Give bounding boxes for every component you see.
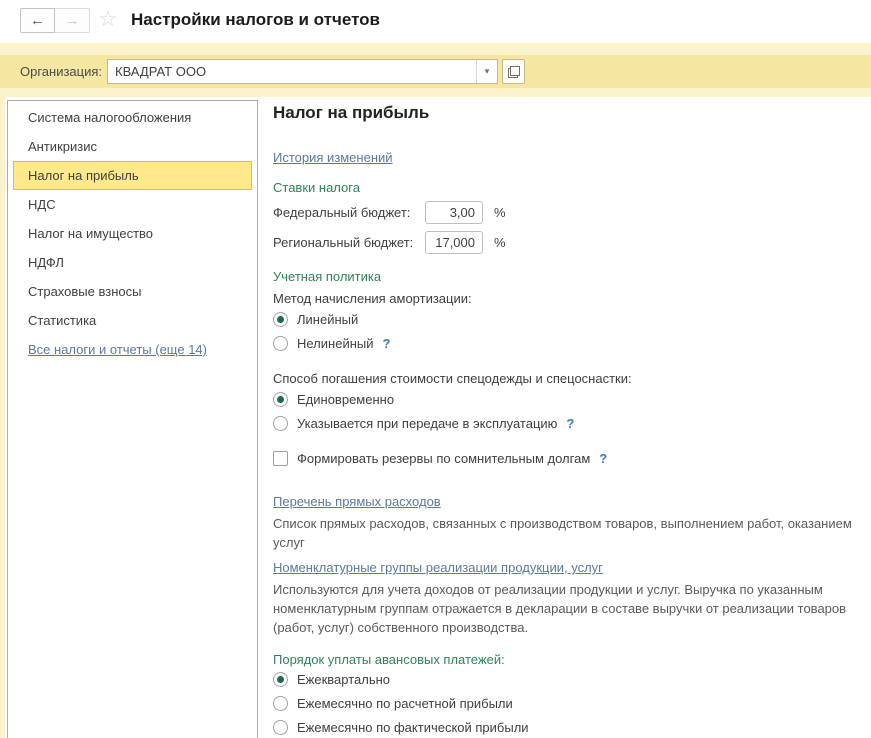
radio-icon <box>273 696 288 711</box>
regional-rate-label: Региональный бюджет: <box>273 235 425 250</box>
open-form-icon <box>508 66 520 78</box>
radio-label: Ежемесячно по фактической прибыли <box>297 720 529 735</box>
radio-amortization-linear[interactable]: Линейный <box>273 307 859 331</box>
sidebar-item-ndfl[interactable]: НДФЛ <box>13 248 252 277</box>
nav-buttons: ← → <box>20 8 90 33</box>
workwear-method-label: Способ погашения стоимости спецодежды и … <box>273 370 859 387</box>
tax-sections-sidebar: Система налогообложения Антикризис Налог… <box>7 100 258 738</box>
radio-label: Единовременно <box>297 392 394 407</box>
radio-label: Нелинейный <box>297 336 374 351</box>
radio-icon <box>273 720 288 735</box>
forward-button[interactable]: → <box>55 8 90 33</box>
advance-payments-header: Порядок уплаты авансовых платежей: <box>273 652 859 667</box>
checkbox-icon <box>273 451 288 466</box>
organization-combo: ▾ <box>107 59 498 84</box>
organization-label: Организация: <box>20 64 102 79</box>
help-icon[interactable]: ? <box>599 451 607 466</box>
direct-expenses-block: Перечень прямых расходов Список прямых р… <box>273 494 859 552</box>
window-header: ← → ☆ Настройки налогов и отчетов <box>0 0 871 43</box>
federal-rate-input[interactable] <box>425 201 483 224</box>
window-frame-strip <box>0 97 5 738</box>
radio-label: Указывается при передаче в эксплуатацию <box>297 416 557 431</box>
chevron-down-icon: ▾ <box>485 66 490 77</box>
sidebar-link-all-taxes[interactable]: Все налоги и отчеты (еще 14) <box>13 335 252 364</box>
direct-expenses-link[interactable]: Перечень прямых расходов <box>273 494 441 509</box>
sidebar-item-label: Система налогообложения <box>28 110 191 125</box>
federal-rate-row: Федеральный бюджет: % <box>273 200 859 225</box>
checkbox-doubtful-debts[interactable]: Формировать резервы по сомнительным долг… <box>273 446 859 470</box>
policy-header: Учетная политика <box>273 269 859 284</box>
percent-sign: % <box>494 205 506 220</box>
sidebar-item-label: Статистика <box>28 313 96 328</box>
sidebar-item-statistics[interactable]: Статистика <box>13 306 252 335</box>
federal-rate-label: Федеральный бюджет: <box>273 205 425 220</box>
radio-icon <box>273 672 288 687</box>
sidebar-item-vat[interactable]: НДС <box>13 190 252 219</box>
sidebar-item-label: Налог на имущество <box>28 226 153 241</box>
direct-expenses-description: Список прямых расходов, связанных с прои… <box>273 514 853 552</box>
organization-open-button[interactable] <box>502 59 525 84</box>
sidebar-item-property-tax[interactable]: Налог на имущество <box>13 219 252 248</box>
percent-sign: % <box>494 235 506 250</box>
radio-icon <box>273 336 288 351</box>
organization-input[interactable] <box>108 60 476 83</box>
sidebar-item-label: Антикризис <box>28 139 97 154</box>
favorite-star-icon[interactable]: ☆ <box>98 6 118 32</box>
radio-advance-quarterly[interactable]: Ежеквартально <box>273 667 859 691</box>
sidebar-item-label: НДФЛ <box>28 255 64 270</box>
radio-icon <box>273 312 288 327</box>
help-icon[interactable]: ? <box>383 336 391 351</box>
help-icon[interactable]: ? <box>566 416 574 431</box>
organization-bar: Организация: ▾ <box>0 55 871 88</box>
sidebar-item-label: Страховые взносы <box>28 284 141 299</box>
regional-rate-input[interactable] <box>425 231 483 254</box>
radio-amortization-nonlinear[interactable]: Нелинейный ? <box>273 331 859 355</box>
radio-icon <box>273 416 288 431</box>
radio-label: Линейный <box>297 312 358 327</box>
sidebar-link-label: Все налоги и отчеты (еще 14) <box>28 342 207 357</box>
back-arrow-icon: ← <box>30 12 45 29</box>
rates-header: Ставки налога <box>273 180 859 195</box>
radio-advance-monthly-estimated[interactable]: Ежемесячно по расчетной прибыли <box>273 691 859 715</box>
form-yellow-band: Организация: ▾ <box>0 43 871 97</box>
sidebar-item-income-tax[interactable]: Налог на прибыль <box>13 161 252 190</box>
income-tax-panel: Налог на прибыль История изменений Ставк… <box>273 100 859 738</box>
sidebar-item-insurance[interactable]: Страховые взносы <box>13 277 252 306</box>
radio-workwear-once[interactable]: Единовременно <box>273 387 859 411</box>
radio-advance-monthly-actual[interactable]: Ежемесячно по фактической прибыли <box>273 715 859 738</box>
radio-label: Ежеквартально <box>297 672 390 687</box>
sidebar-item-label: НДС <box>28 197 56 212</box>
sidebar-item-taxation-system[interactable]: Система налогообложения <box>13 103 252 132</box>
page-title: Настройки налогов и отчетов <box>131 10 380 30</box>
nomenclature-groups-link[interactable]: Номенклатурные группы реализации продукц… <box>273 560 603 575</box>
radio-label: Ежемесячно по расчетной прибыли <box>297 696 513 711</box>
back-button[interactable]: ← <box>20 8 55 33</box>
section-title: Налог на прибыль <box>273 103 859 123</box>
radio-workwear-on-transfer[interactable]: Указывается при передаче в эксплуатацию … <box>273 411 859 435</box>
organization-dropdown-button[interactable]: ▾ <box>476 60 497 83</box>
forward-arrow-icon: → <box>65 12 80 29</box>
amortization-method-label: Метод начисления амортизации: <box>273 290 859 307</box>
radio-icon <box>273 392 288 407</box>
sidebar-item-label: Налог на прибыль <box>28 168 139 183</box>
sidebar-item-anticrisis[interactable]: Антикризис <box>13 132 252 161</box>
nomenclature-groups-block: Номенклатурные группы реализации продукц… <box>273 560 859 637</box>
nomenclature-groups-description: Используются для учета доходов от реализ… <box>273 580 853 637</box>
history-link[interactable]: История изменений <box>273 150 393 165</box>
regional-rate-row: Региональный бюджет: % <box>273 230 859 255</box>
checkbox-label: Формировать резервы по сомнительным долг… <box>297 451 590 466</box>
